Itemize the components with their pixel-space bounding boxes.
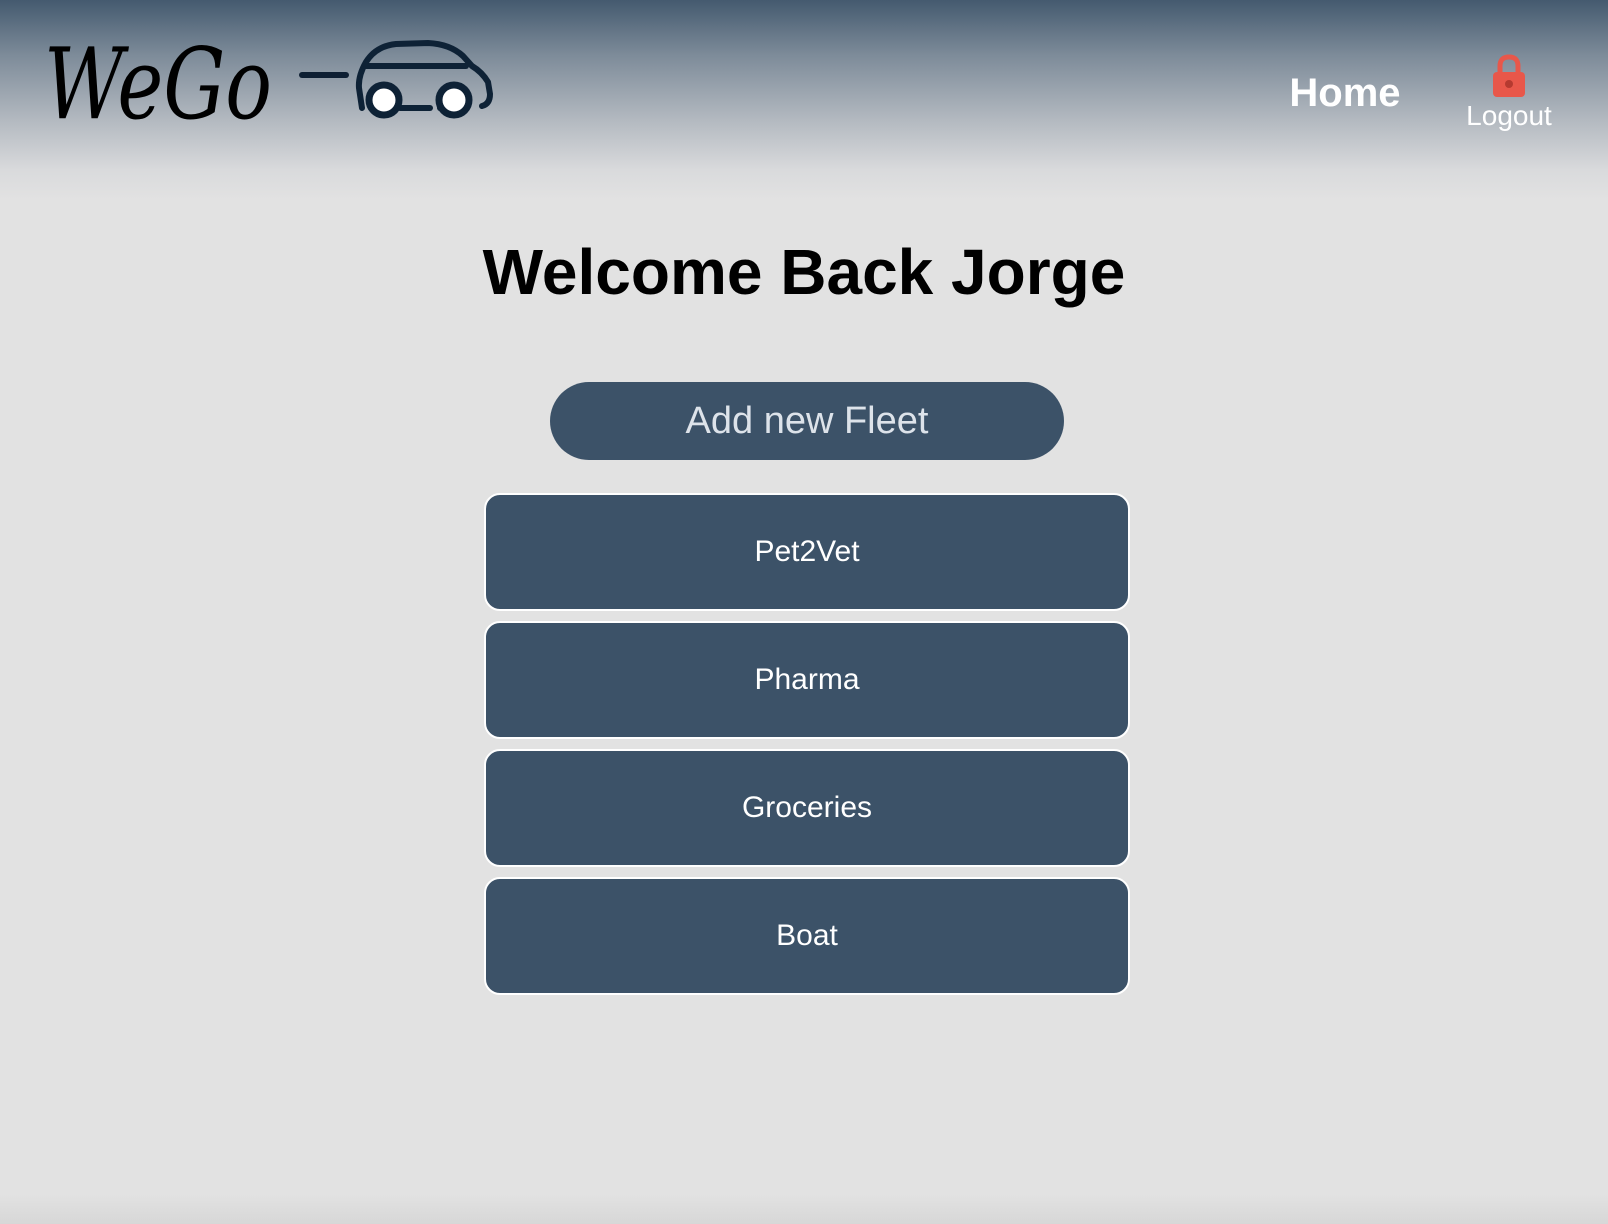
fleet-item-pharma[interactable]: Pharma bbox=[484, 621, 1130, 739]
fleet-item-groceries[interactable]: Groceries bbox=[484, 749, 1130, 867]
nav-home-link[interactable]: Home bbox=[1280, 68, 1410, 118]
fleet-list: Pet2Vet Pharma Groceries Boat bbox=[484, 493, 1130, 1005]
bottom-edge bbox=[0, 1194, 1608, 1224]
logo-text: WeGo bbox=[44, 28, 272, 138]
add-fleet-button[interactable]: Add new Fleet bbox=[550, 382, 1064, 460]
logout-label: Logout bbox=[1466, 100, 1552, 131]
logout-button[interactable]: Logout bbox=[1452, 50, 1566, 136]
fleet-item-boat[interactable]: Boat bbox=[484, 877, 1130, 995]
page-title: Welcome Back Jorge bbox=[482, 236, 1126, 308]
fleet-item-pet2vet[interactable]: Pet2Vet bbox=[484, 493, 1130, 611]
lock-icon bbox=[1493, 54, 1525, 97]
page: WeGo Home Logout Welcome Back Jorge Add … bbox=[0, 0, 1608, 1224]
wego-logo[interactable]: WeGo bbox=[40, 18, 510, 138]
header: WeGo Home Logout bbox=[0, 0, 1608, 200]
